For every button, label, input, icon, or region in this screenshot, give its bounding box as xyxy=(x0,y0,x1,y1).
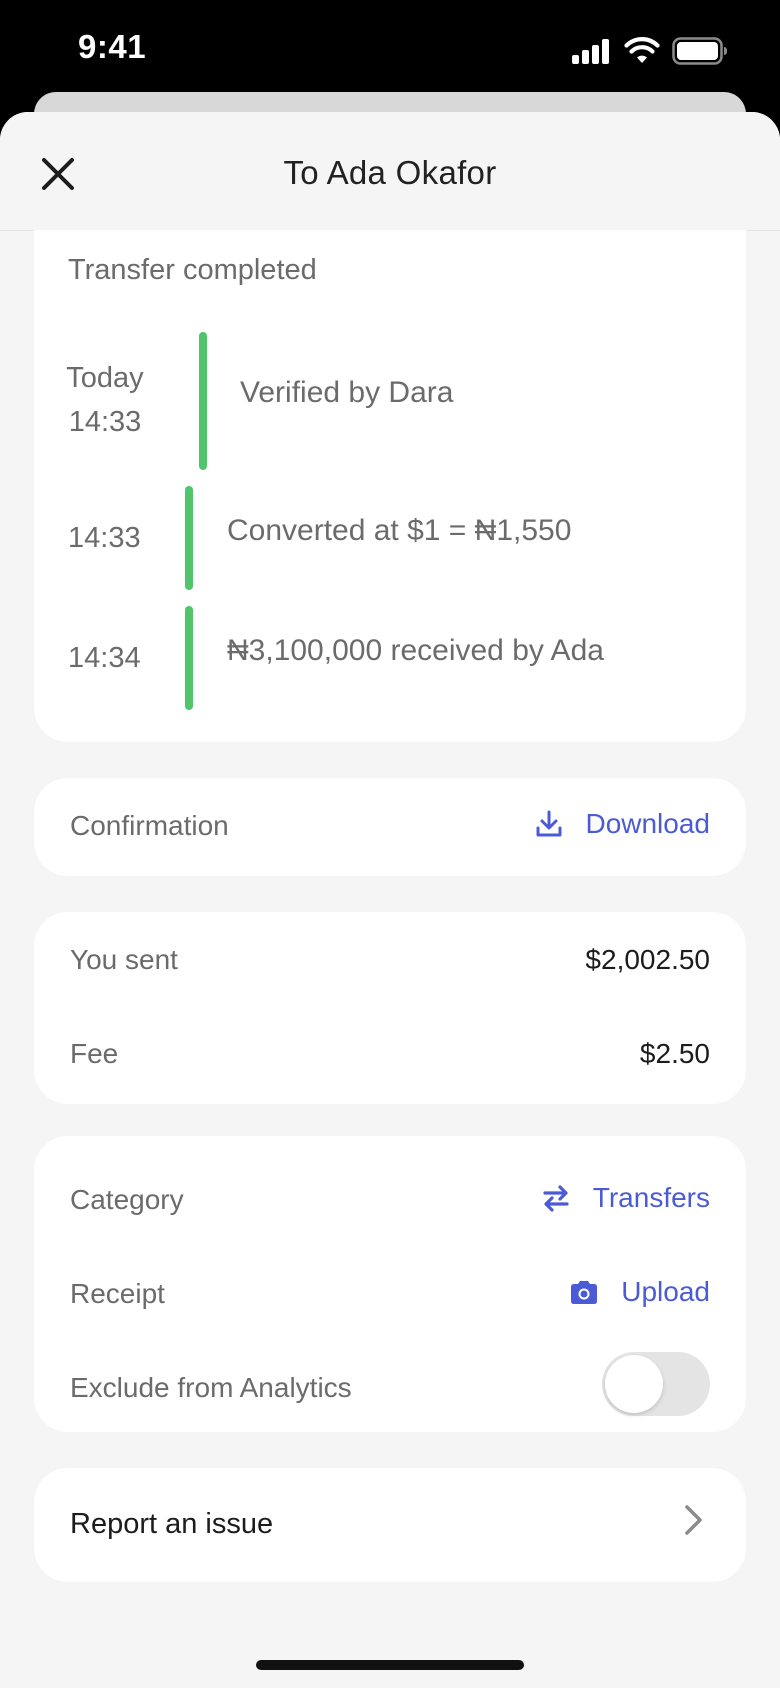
receipt-label: Receipt xyxy=(70,1278,165,1309)
exclude-analytics-label: Exclude from Analytics xyxy=(70,1372,352,1403)
timeline-event-text: ₦3,100,000 received by Ada xyxy=(227,634,604,667)
transfer-timeline-card-body: Transfer completed Today 14:33 Verified … xyxy=(34,230,746,742)
download-label: Download xyxy=(585,808,710,839)
confirmation-card: Confirmation Download xyxy=(34,778,746,876)
toggle-knob xyxy=(605,1355,663,1413)
amounts-card: You sent $2,002.50 Fee $2.50 xyxy=(34,912,746,1104)
fee-value: $2.50 xyxy=(639,1038,710,1069)
details-card: Category Transfers Receipt Upload Exclud… xyxy=(34,1136,746,1432)
timeline-time: 14:34 xyxy=(68,642,141,674)
category-value: Transfers xyxy=(592,1182,710,1213)
you-sent-label: You sent xyxy=(70,944,178,975)
timeline-heading: Transfer completed xyxy=(68,254,317,286)
timeline-status-bar xyxy=(199,332,207,470)
fee-label: Fee xyxy=(70,1038,119,1069)
report-issue-row[interactable]: Report an issue xyxy=(34,1468,746,1582)
timeline-status-bar xyxy=(185,486,193,590)
report-issue-label: Report an issue xyxy=(70,1508,274,1540)
exclude-analytics-toggle[interactable] xyxy=(602,1352,710,1416)
category-selector[interactable]: Transfers xyxy=(541,1182,710,1214)
status-time: 9:41 xyxy=(78,28,147,65)
battery-icon xyxy=(672,37,727,65)
camera-icon xyxy=(571,1281,598,1304)
timeline-event-text: Verified by Dara xyxy=(240,376,454,409)
download-button[interactable]: Download xyxy=(535,808,710,840)
home-indicator xyxy=(256,1660,524,1670)
timeline-time: 14:33 xyxy=(68,522,141,554)
wifi-icon xyxy=(624,37,660,63)
category-label: Category xyxy=(70,1184,184,1215)
upload-receipt-button[interactable]: Upload xyxy=(569,1276,710,1308)
you-sent-value: $2,002.50 xyxy=(585,944,710,975)
upload-label: Upload xyxy=(621,1276,710,1307)
cellular-signal-icon xyxy=(572,38,612,64)
sheet-header: To Ada Okafor xyxy=(0,112,780,231)
swap-arrows-icon xyxy=(543,1185,569,1212)
page-title: To Ada Okafor xyxy=(283,154,497,191)
confirmation-label: Confirmation xyxy=(70,810,229,841)
status-bar: 9:41 xyxy=(0,0,780,100)
timeline-status-bar xyxy=(185,606,193,710)
timeline-event-text: Converted at $1 = ₦1,550 xyxy=(227,514,572,547)
timeline-time: Today 14:33 xyxy=(66,362,144,438)
chevron-right-icon xyxy=(685,1505,702,1535)
download-icon xyxy=(536,810,562,837)
